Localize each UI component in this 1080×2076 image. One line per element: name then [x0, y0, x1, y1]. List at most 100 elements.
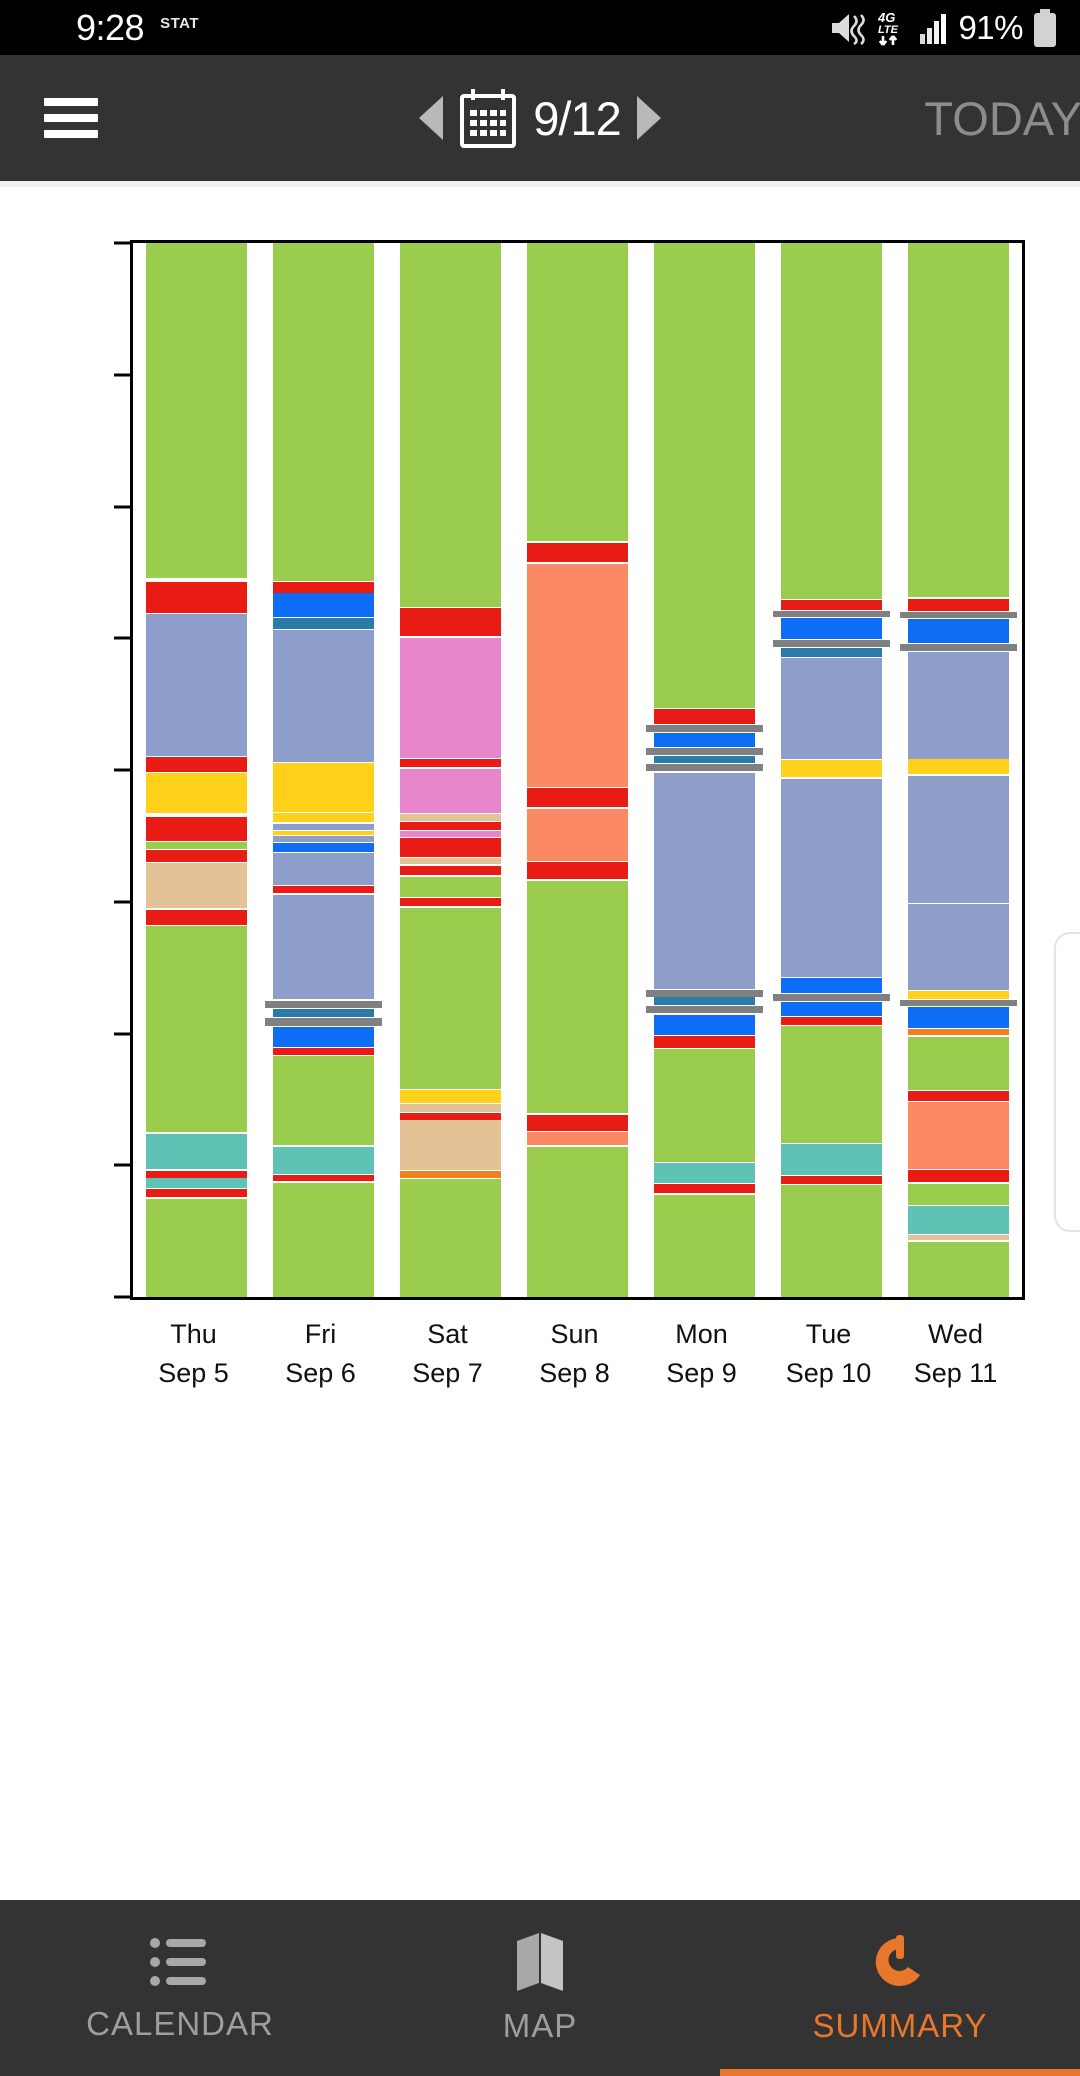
activity-segment — [399, 838, 502, 857]
donut-chart-icon — [875, 1935, 920, 1986]
nav-item-summary[interactable]: SUMMARY — [720, 1900, 1080, 2076]
nav-item-calendar[interactable]: CALENDAR — [0, 1900, 360, 2076]
x-axis-weekday: Sun — [550, 1319, 599, 1349]
x-axis-tick-label: Fri Sep 6 — [257, 1315, 384, 1393]
day-column[interactable] — [145, 243, 248, 1297]
date-navigator: 9/12 — [360, 87, 720, 149]
activity-segment — [264, 1018, 383, 1026]
activity-segment — [645, 748, 764, 756]
activity-segment — [399, 898, 502, 907]
x-axis-date: Sep 5 — [158, 1358, 229, 1389]
svg-text:4G: 4G — [878, 10, 895, 25]
activity-segment — [907, 1090, 1010, 1102]
activity-segment — [399, 830, 502, 837]
activity-segment — [780, 1001, 883, 1016]
activity-segment — [645, 763, 764, 771]
activity-segment — [399, 877, 502, 898]
x-axis-weekday: Sat — [427, 1319, 468, 1349]
x-axis-weekday: Mon — [675, 1319, 728, 1349]
activity-segment — [653, 1195, 756, 1297]
activity-segment — [526, 563, 629, 787]
activity-segment — [145, 1170, 248, 1178]
battery-percent: 91% — [958, 8, 1023, 46]
x-axis-weekday: Fri — [304, 1319, 337, 1349]
nav-active-indicator — [720, 2069, 1080, 2076]
x-axis-date: Sep 9 — [666, 1358, 737, 1389]
activity-segment — [899, 611, 1018, 619]
activity-segment — [145, 842, 248, 850]
activity-segment — [145, 850, 248, 863]
day-column[interactable] — [645, 243, 764, 1297]
activity-segment — [526, 1115, 629, 1131]
activity-segment — [907, 1205, 1010, 1234]
activity-segment — [145, 772, 248, 814]
activity-segment — [653, 243, 756, 708]
activity-segment — [399, 769, 502, 814]
activity-segment — [145, 1189, 248, 1197]
status-bar: 9:28 STAT 4G LTE 91% — [0, 0, 1080, 55]
activity-segment — [145, 1198, 248, 1297]
activity-segment — [526, 1146, 629, 1297]
activity-segment — [653, 733, 756, 748]
activity-segment — [780, 1016, 883, 1025]
activity-segment — [145, 243, 248, 578]
activity-segment — [399, 1179, 502, 1297]
activity-segment — [272, 823, 375, 830]
activity-segment — [145, 756, 248, 773]
x-axis-tick-label: Sat Sep 7 — [384, 1315, 511, 1393]
hamburger-menu-icon[interactable] — [44, 98, 98, 138]
activity-segment — [399, 1170, 502, 1178]
day-column[interactable] — [526, 243, 629, 1297]
day-column[interactable] — [772, 243, 891, 1297]
y-axis-tick-mark — [114, 241, 130, 245]
activity-segment — [526, 542, 629, 562]
y-axis-tick-mark — [114, 1163, 130, 1167]
day-column[interactable] — [264, 243, 383, 1297]
activity-segment — [653, 1183, 756, 1194]
activity-segment — [907, 1037, 1010, 1090]
scroll-hint[interactable] — [1054, 932, 1080, 1232]
activity-segment — [399, 608, 502, 637]
y-axis-tick-mark — [114, 1295, 130, 1299]
x-axis-weekday: Tue — [805, 1319, 852, 1349]
x-axis-date: Sep 8 — [539, 1358, 610, 1389]
activity-segment — [653, 772, 756, 989]
activity-segment — [907, 1169, 1010, 1182]
day-column[interactable] — [899, 243, 1018, 1297]
activity-segment — [780, 1175, 883, 1184]
activity-segment — [780, 1144, 883, 1175]
activity-segment — [272, 830, 375, 835]
activity-segment — [526, 880, 629, 1114]
activity-segment — [907, 652, 1010, 759]
activity-segment — [653, 1049, 756, 1162]
activity-segment — [145, 909, 248, 925]
activity-segment — [145, 863, 248, 909]
activity-segment — [653, 1162, 756, 1183]
x-axis-tick-label: Sun Sep 8 — [511, 1315, 638, 1393]
nav-label-summary: SUMMARY — [812, 2007, 988, 2044]
activity-segment — [399, 758, 502, 768]
activity-segment — [526, 1131, 629, 1146]
x-axis-date: Sep 7 — [412, 1358, 483, 1389]
activity-segment — [272, 593, 375, 618]
nav-item-map[interactable]: MAP — [360, 1900, 720, 2076]
activity-segment — [772, 640, 891, 648]
next-day-arrow-icon[interactable] — [636, 96, 661, 140]
previous-day-arrow-icon[interactable] — [419, 96, 444, 140]
activity-segment — [526, 808, 629, 862]
activity-segment — [907, 243, 1010, 597]
today-button[interactable]: TODAY — [924, 91, 1080, 146]
activity-segment — [907, 1029, 1010, 1036]
calendar-icon[interactable] — [459, 87, 517, 149]
activity-segment — [145, 1133, 248, 1169]
activity-segment — [907, 759, 1010, 775]
activity-segment — [272, 763, 375, 812]
activity-segment — [907, 1007, 1010, 1029]
signal-bars-icon — [920, 13, 947, 44]
activity-segment — [653, 1036, 756, 1048]
day-column[interactable] — [399, 243, 502, 1297]
activity-segment — [907, 598, 1010, 611]
activity-segment — [653, 1015, 756, 1036]
activity-segment — [907, 904, 1010, 991]
activity-segment — [780, 243, 883, 599]
